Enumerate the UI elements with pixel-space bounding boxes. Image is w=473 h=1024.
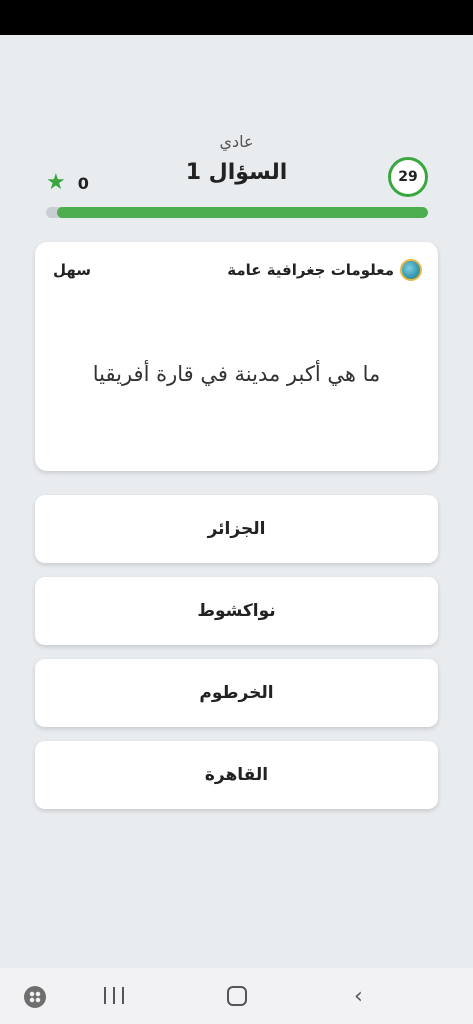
game-mode-label: عادي xyxy=(219,132,254,151)
star-icon: ★ xyxy=(46,170,66,195)
back-icon[interactable]: ‹ xyxy=(354,984,363,1009)
score-value: 0 xyxy=(77,173,89,193)
countdown-timer: 29 xyxy=(388,157,428,197)
game-launcher-icon[interactable] xyxy=(24,986,46,1008)
system-navigation-bar: ‹ xyxy=(0,968,473,1024)
globe-icon xyxy=(400,259,422,281)
difficulty-label: سهل xyxy=(53,261,92,279)
timer-progress-bar xyxy=(46,207,428,218)
answer-option-2[interactable]: نواكشوط xyxy=(35,577,438,645)
status-bar xyxy=(0,0,473,35)
question-text: ما هي أكبر مدينة في قارة أفريقيا xyxy=(92,362,381,386)
answer-option-1[interactable]: الجزائر xyxy=(35,495,438,563)
answer-option-4[interactable]: القاهرة xyxy=(35,741,438,809)
timer-progress-fill xyxy=(57,207,428,218)
home-icon[interactable] xyxy=(227,986,247,1006)
category: معلومات جغرافية عامة xyxy=(227,259,422,281)
question-card: معلومات جغرافية عامة سهل ما هي أكبر مدين… xyxy=(35,242,438,471)
answer-option-3[interactable]: الخرطوم xyxy=(35,659,438,727)
recent-apps-icon[interactable] xyxy=(104,987,124,1004)
score-display: ★ 0 xyxy=(46,172,89,194)
timer-value: 29 xyxy=(398,169,418,185)
category-label: معلومات جغرافية عامة xyxy=(227,261,394,279)
